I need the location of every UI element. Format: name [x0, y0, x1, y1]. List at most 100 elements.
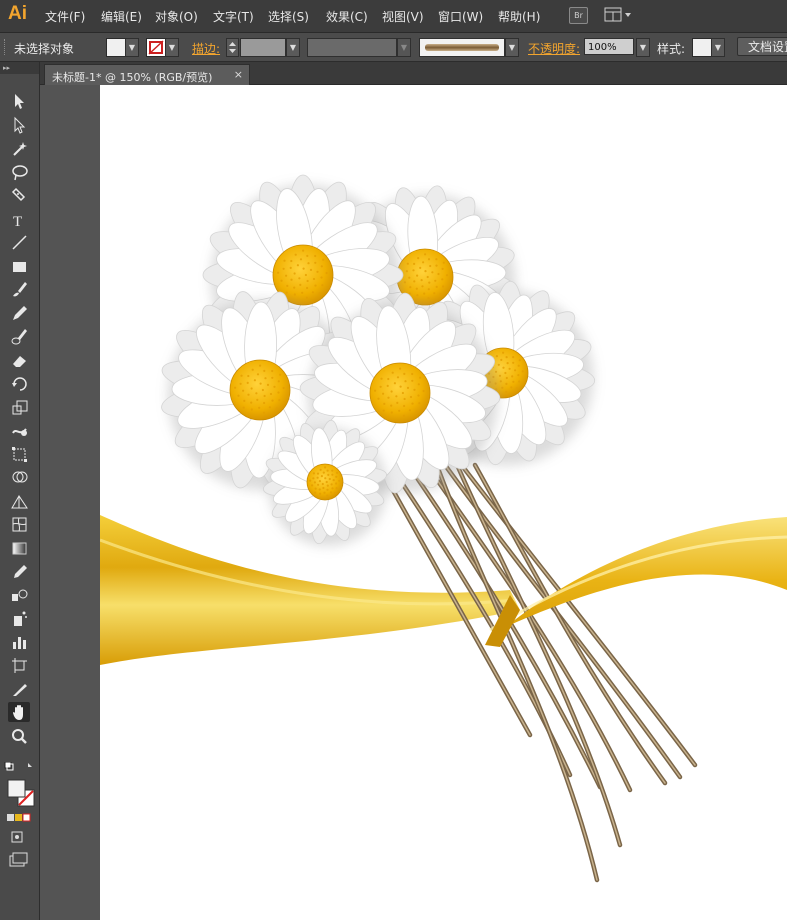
close-icon[interactable]: × [234, 68, 243, 81]
menu-effect[interactable]: 效果(C) [326, 8, 368, 25]
selection-status: 未选择对象 [14, 42, 75, 56]
paintbrush-tool[interactable] [8, 279, 30, 299]
direct-selection-tool[interactable] [8, 115, 30, 135]
menu-window[interactable]: 窗口(W) [438, 8, 483, 25]
menu-file[interactable]: 文件(F) [45, 8, 85, 25]
menu-help[interactable]: 帮助(H) [498, 8, 540, 25]
rectangle-icon [13, 261, 26, 272]
svg-text:T: T [13, 214, 22, 229]
gradient-tool[interactable] [8, 538, 30, 558]
eyedropper-tool[interactable] [8, 561, 30, 581]
shape-builder-icon [12, 471, 28, 483]
blob-brush-tool[interactable] [8, 326, 30, 346]
perspective-grid-tool[interactable] [8, 491, 30, 511]
type-icon: T [13, 214, 22, 229]
column-graph-icon [13, 636, 26, 649]
variable-width-profile[interactable] [307, 38, 397, 57]
column-graph-tool[interactable] [8, 632, 30, 652]
symbol-sprayer-icon [14, 611, 27, 626]
eraser-icon [13, 355, 26, 367]
document-tab-title: 未标题-1* @ 150% (RGB/预览) [52, 71, 213, 84]
artboard[interactable] [100, 85, 787, 920]
selection-icon [15, 94, 24, 109]
tools-panel-collapse[interactable]: ▸▸ [0, 62, 39, 74]
panel-grip [4, 39, 8, 55]
warp-tool[interactable] [8, 420, 30, 440]
hand-icon [13, 705, 23, 720]
free-transform-icon [12, 446, 27, 462]
eyedropper-icon [14, 565, 27, 578]
slice-tool[interactable] [8, 679, 30, 699]
direct-selection-icon [14, 116, 26, 134]
blend-icon [12, 589, 28, 601]
fill-stroke-widget[interactable] [4, 761, 36, 872]
hand-tool[interactable] [8, 702, 30, 722]
slice-icon [13, 683, 27, 696]
mesh-tool[interactable] [8, 514, 30, 534]
stem-8 [452, 457, 623, 848]
arrange-documents-icon [604, 7, 631, 22]
menu-view[interactable]: 视图(V) [382, 8, 424, 25]
symbol-sprayer-tool[interactable] [8, 608, 30, 628]
stroke-weight-field[interactable] [240, 38, 286, 57]
blend-tool[interactable] [8, 585, 30, 605]
style-label: 样式: [657, 42, 686, 56]
tools-panel: ▸▸ T [0, 62, 40, 920]
type-tool[interactable]: T [8, 209, 30, 229]
artboard-tool[interactable] [8, 655, 30, 675]
variable-width-dropdown[interactable]: ▼ [397, 38, 411, 57]
menu-bar: Ai 文件(F) 编辑(E) 对象(O) 文字(T) 选择(S) 效果(C) 视… [0, 0, 787, 33]
menu-type[interactable]: 文字(T) [213, 8, 254, 25]
selection-tool[interactable] [8, 91, 30, 111]
stroke-label[interactable]: 描边: [192, 40, 220, 57]
warp-icon [12, 428, 27, 436]
document-setup-button[interactable]: 文档设置 [737, 37, 787, 56]
scale-tool[interactable] [8, 397, 30, 417]
free-transform-tool[interactable] [8, 444, 30, 464]
document-tab[interactable]: 未标题-1* @ 150% (RGB/预览) × [44, 64, 250, 85]
document-tab-strip: 未标题-1* @ 150% (RGB/预览) × [40, 62, 787, 85]
lasso-tool[interactable] [8, 162, 30, 182]
brush-definition[interactable] [419, 38, 505, 57]
perspective-grid-icon [11, 494, 28, 508]
pen-tool[interactable] [8, 185, 30, 205]
menu-select[interactable]: 选择(S) [268, 8, 309, 25]
rectangle-tool[interactable] [8, 256, 30, 276]
rotate-tool[interactable] [8, 373, 30, 393]
mesh-icon [12, 517, 27, 532]
eraser-tool[interactable] [8, 350, 30, 370]
zoom-tool[interactable] [8, 726, 30, 746]
stroke-swatch[interactable] [146, 38, 166, 57]
menu-edit[interactable]: 编辑(E) [101, 8, 142, 25]
pencil-icon [13, 305, 27, 320]
blob-brush-icon [11, 329, 27, 345]
magic-wand-icon [13, 142, 27, 156]
fill-dropdown[interactable]: ▼ [125, 38, 139, 57]
menu-object[interactable]: 对象(O) [155, 8, 198, 25]
opacity-label[interactable]: 不透明度: [528, 40, 580, 57]
pencil-tool[interactable] [8, 303, 30, 323]
stroke-weight-dropdown[interactable]: ▼ [286, 38, 300, 57]
line-segment-icon [12, 235, 27, 250]
stroke-dropdown[interactable]: ▼ [165, 38, 179, 57]
fill-swatch[interactable] [106, 38, 126, 57]
graphic-style-dropdown[interactable]: ▼ [711, 38, 725, 57]
stroke-weight-stepper[interactable] [226, 38, 239, 57]
bridge-button[interactable]: Br [569, 7, 588, 24]
opacity-dropdown[interactable]: ▼ [636, 38, 650, 57]
graphic-style-swatch[interactable] [692, 38, 712, 57]
line-segment-tool[interactable] [8, 232, 30, 252]
arrange-documents-button[interactable] [604, 7, 634, 23]
no-stroke-icon [148, 40, 164, 55]
scale-icon [12, 400, 28, 414]
stepper-arrows-icon [229, 42, 236, 53]
fill-stroke-swap-icon [4, 761, 35, 867]
opacity-field[interactable]: 100% [584, 38, 634, 55]
brush-dropdown[interactable]: ▼ [505, 38, 519, 57]
magic-wand-tool[interactable] [8, 138, 30, 158]
pasteboard [40, 85, 100, 920]
paintbrush-icon [13, 282, 27, 297]
stems [387, 457, 698, 883]
shape-builder-tool[interactable] [8, 467, 30, 487]
artboard-icon [12, 658, 27, 673]
